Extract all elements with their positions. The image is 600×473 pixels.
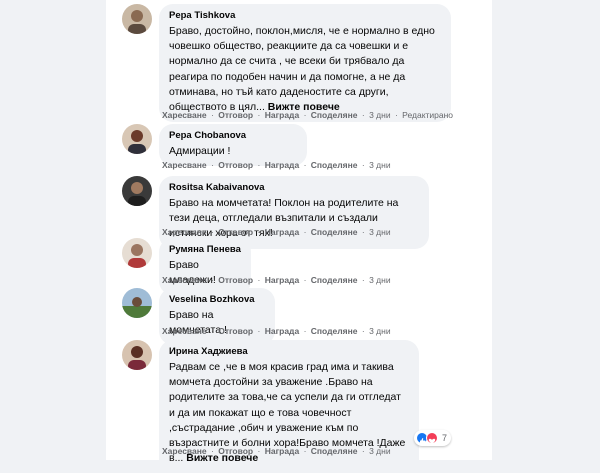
share-button[interactable]: Споделяне xyxy=(311,110,358,120)
comment-author[interactable]: Румяна Пенева xyxy=(169,244,241,256)
comment-actions: Харесване · Отговор · Награда · Споделян… xyxy=(162,326,391,336)
reply-button[interactable]: Отговор xyxy=(218,446,253,456)
share-button[interactable]: Споделяне xyxy=(311,227,358,237)
love-reaction-icon xyxy=(426,432,438,444)
share-button[interactable]: Споделяне xyxy=(311,446,358,456)
comment-time[interactable]: 3 дни xyxy=(369,110,391,120)
share-button[interactable]: Споделяне xyxy=(311,160,358,170)
comment-author[interactable]: Rositsa Kabaivanova xyxy=(169,182,419,194)
reply-button[interactable]: Отговор xyxy=(218,275,253,285)
award-button[interactable]: Награда xyxy=(265,275,299,285)
comment-author[interactable]: Pepa Chobanova xyxy=(169,130,297,142)
comment-actions: Харесване · Отговор · Награда · Споделян… xyxy=(162,160,391,170)
reply-button[interactable]: Отговор xyxy=(218,326,253,336)
like-button[interactable]: Харесване xyxy=(162,227,207,237)
avatar[interactable] xyxy=(122,238,152,268)
comment-actions: Харесване · Отговор · Награда · Споделян… xyxy=(162,110,454,120)
award-button[interactable]: Награда xyxy=(265,326,299,336)
like-button[interactable]: Харесване xyxy=(162,275,207,285)
reply-button[interactable]: Отговор xyxy=(218,227,253,237)
like-button[interactable]: Харесване xyxy=(162,446,207,456)
share-button[interactable]: Споделяне xyxy=(311,275,358,285)
comment-bubble: Pepa Tishkova Браво, достойно, поклон,ми… xyxy=(159,4,451,123)
comment-author[interactable]: Veselina Bozhkova xyxy=(169,294,265,306)
reply-button[interactable]: Отговор xyxy=(218,110,253,120)
comment-bubble: Румяна Пенева Браво младежи! xyxy=(159,238,251,296)
comment-time[interactable]: 3 дни xyxy=(369,446,391,456)
edited-label: Редактирано xyxy=(402,110,454,120)
award-button[interactable]: Награда xyxy=(265,446,299,456)
like-button[interactable]: Харесване xyxy=(162,110,207,120)
comment-time[interactable]: 3 дни xyxy=(369,275,391,285)
avatar[interactable] xyxy=(122,4,152,34)
avatar[interactable] xyxy=(122,288,152,318)
reaction-summary[interactable]: 7 xyxy=(414,430,452,446)
share-button[interactable]: Споделяне xyxy=(311,326,358,336)
comments-panel: Pepa Tishkova Браво, достойно, поклон,ми… xyxy=(106,0,492,473)
award-button[interactable]: Награда xyxy=(265,110,299,120)
reaction-count: 7 xyxy=(442,433,448,443)
comment-time[interactable]: 3 дни xyxy=(369,227,391,237)
comment-time[interactable]: 3 дни xyxy=(369,326,391,336)
award-button[interactable]: Награда xyxy=(265,160,299,170)
avatar[interactable] xyxy=(122,124,152,154)
like-button[interactable]: Харесване xyxy=(162,326,207,336)
like-button[interactable]: Харесване xyxy=(162,160,207,170)
avatar[interactable] xyxy=(122,340,152,370)
reply-button[interactable]: Отговор xyxy=(218,160,253,170)
avatar[interactable] xyxy=(122,176,152,206)
comment-text: Адмирации ! xyxy=(169,145,231,157)
award-button[interactable]: Награда xyxy=(265,227,299,237)
comment-actions: Харесване · Отговор · Награда · Споделян… xyxy=(162,275,391,285)
comment-time[interactable]: 3 дни xyxy=(369,160,391,170)
comment-actions: Харесване · Отговор · Награда · Споделян… xyxy=(162,227,391,237)
comment-author[interactable]: Ирина Хаджиева xyxy=(169,346,409,358)
comment-text: Браво, достойно, поклон,мисля, че е норм… xyxy=(169,25,435,114)
comment-actions: Харесване · Отговор · Награда · Споделян… xyxy=(162,446,391,456)
comment-author[interactable]: Pepa Tishkova xyxy=(169,10,441,22)
